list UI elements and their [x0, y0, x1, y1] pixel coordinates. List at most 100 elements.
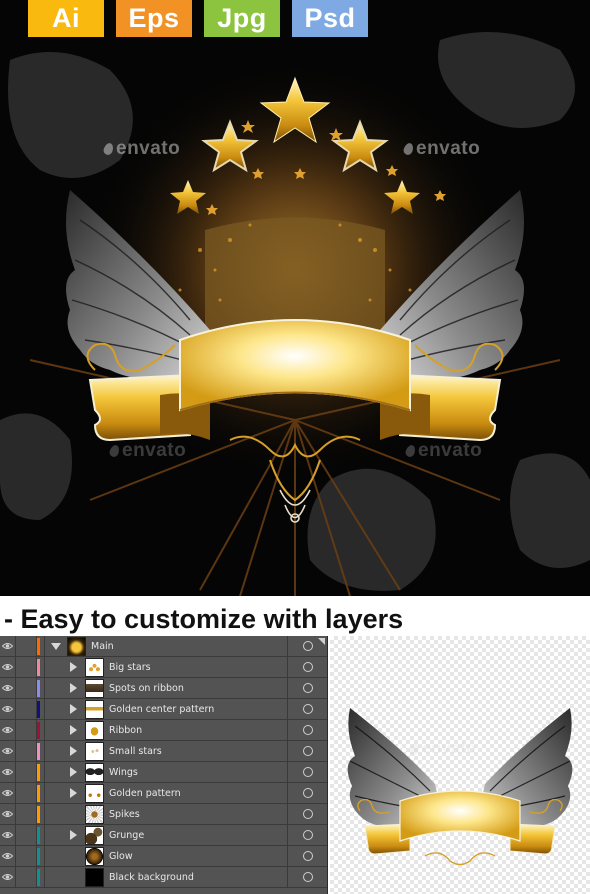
expand-toggle[interactable]: [45, 741, 85, 761]
layer-row[interactable]: Big stars: [0, 657, 327, 678]
layer-row[interactable]: Glow: [0, 846, 327, 867]
layer-name[interactable]: Main: [91, 641, 287, 652]
layer-row[interactable]: Small stars: [0, 741, 327, 762]
target-circle-icon[interactable]: [302, 872, 313, 882]
layer-name[interactable]: Ribbon: [109, 725, 287, 736]
visibility-eye-icon[interactable]: [0, 804, 15, 824]
layer-row[interactable]: Wings: [0, 762, 327, 783]
target-cell: [287, 741, 327, 761]
layer-name[interactable]: Black background: [109, 872, 287, 883]
target-cell: [287, 867, 327, 887]
lock-toggle[interactable]: [15, 783, 37, 803]
visibility-eye-icon[interactable]: [0, 783, 15, 803]
target-circle-icon[interactable]: [302, 788, 313, 798]
expand-toggle[interactable]: [45, 657, 85, 677]
layer-name[interactable]: Wings: [109, 767, 287, 778]
layer-thumbnail: [85, 657, 104, 677]
chevron-right-icon[interactable]: [70, 725, 77, 735]
target-circle-icon[interactable]: [302, 767, 313, 777]
layer-row[interactable]: Black background: [0, 867, 327, 888]
visibility-eye-icon[interactable]: [0, 762, 15, 782]
lock-toggle[interactable]: [15, 657, 37, 677]
target-circle-icon[interactable]: [302, 683, 313, 693]
preview-artwork: [347, 708, 573, 866]
target-circle-icon[interactable]: [302, 746, 313, 756]
chevron-down-icon[interactable]: [51, 642, 61, 650]
chevron-right-icon[interactable]: [70, 746, 77, 756]
chevron-right-icon[interactable]: [70, 683, 77, 693]
layer-row[interactable]: Ribbon: [0, 720, 327, 741]
expand-toggle[interactable]: [45, 636, 67, 656]
visibility-eye-icon[interactable]: [0, 657, 15, 677]
layer-row[interactable]: Golden pattern: [0, 783, 327, 804]
visibility-eye-icon[interactable]: [0, 720, 15, 740]
watermark: envato: [404, 440, 482, 462]
expand-toggle[interactable]: [45, 699, 85, 719]
layer-row[interactable]: Spots on ribbon: [0, 678, 327, 699]
visibility-eye-icon[interactable]: [0, 741, 15, 761]
visibility-eye-icon[interactable]: [0, 699, 15, 719]
target-cell: [287, 699, 327, 719]
target-circle-icon[interactable]: [302, 830, 313, 840]
transparent-preview: envato: [330, 636, 590, 894]
target-circle-icon[interactable]: [302, 851, 313, 861]
lock-toggle[interactable]: [15, 762, 37, 782]
target-circle-icon[interactable]: [302, 662, 313, 672]
target-cell: [287, 825, 327, 845]
chevron-right-icon[interactable]: [70, 788, 77, 798]
expand-toggle[interactable]: [45, 783, 85, 803]
expand-toggle[interactable]: [45, 825, 85, 845]
target-cell: [287, 762, 327, 782]
layer-row[interactable]: Main: [0, 636, 327, 657]
lock-toggle[interactable]: [15, 678, 37, 698]
layer-name[interactable]: Grunge: [109, 830, 287, 841]
target-circle-icon[interactable]: [302, 809, 313, 819]
format-badges: Ai Eps Jpg Psd: [28, 0, 368, 37]
visibility-eye-icon[interactable]: [0, 846, 15, 866]
target-circle-icon[interactable]: [302, 641, 313, 651]
chevron-right-icon[interactable]: [70, 830, 77, 840]
lock-toggle[interactable]: [15, 636, 37, 656]
lock-toggle[interactable]: [15, 867, 37, 887]
expand-toggle[interactable]: [45, 678, 85, 698]
layer-row[interactable]: Golden center pattern: [0, 699, 327, 720]
layer-name[interactable]: Big stars: [109, 662, 287, 673]
layer-thumbnail: [85, 678, 104, 698]
target-circle-icon[interactable]: [302, 725, 313, 735]
target-cell: [287, 720, 327, 740]
lock-toggle[interactable]: [15, 846, 37, 866]
layer-name[interactable]: Small stars: [109, 746, 287, 757]
chevron-right-icon[interactable]: [70, 704, 77, 714]
chevron-right-icon[interactable]: [70, 767, 77, 777]
visibility-eye-icon[interactable]: [0, 867, 15, 887]
visibility-eye-icon[interactable]: [0, 825, 15, 845]
expand-toggle: [45, 804, 85, 824]
visibility-eye-icon[interactable]: [0, 678, 15, 698]
layer-name[interactable]: Golden center pattern: [109, 704, 287, 715]
lock-toggle[interactable]: [15, 699, 37, 719]
layer-name[interactable]: Spikes: [109, 809, 287, 820]
target-cell: [287, 657, 327, 677]
layer-thumbnail: [85, 741, 104, 761]
lock-toggle[interactable]: [15, 741, 37, 761]
visibility-eye-icon[interactable]: [0, 636, 15, 656]
layer-row[interactable]: Spikes: [0, 804, 327, 825]
expand-toggle[interactable]: [45, 720, 85, 740]
layer-thumbnail: [85, 867, 104, 887]
chevron-right-icon[interactable]: [70, 662, 77, 672]
lock-toggle[interactable]: [15, 825, 37, 845]
layer-row[interactable]: Grunge: [0, 825, 327, 846]
layer-thumbnail: [85, 804, 104, 824]
expand-toggle[interactable]: [45, 762, 85, 782]
target-cell: [287, 678, 327, 698]
lock-toggle[interactable]: [15, 804, 37, 824]
layer-thumbnail: [85, 699, 104, 719]
target-circle-icon[interactable]: [302, 704, 313, 714]
lock-toggle[interactable]: [15, 720, 37, 740]
layer-name[interactable]: Golden pattern: [109, 788, 287, 799]
layer-name[interactable]: Glow: [109, 851, 287, 862]
expand-toggle: [45, 867, 85, 887]
layer-thumbnail: [67, 636, 86, 656]
layer-thumbnail: [85, 846, 104, 866]
layer-name[interactable]: Spots on ribbon: [109, 683, 287, 694]
